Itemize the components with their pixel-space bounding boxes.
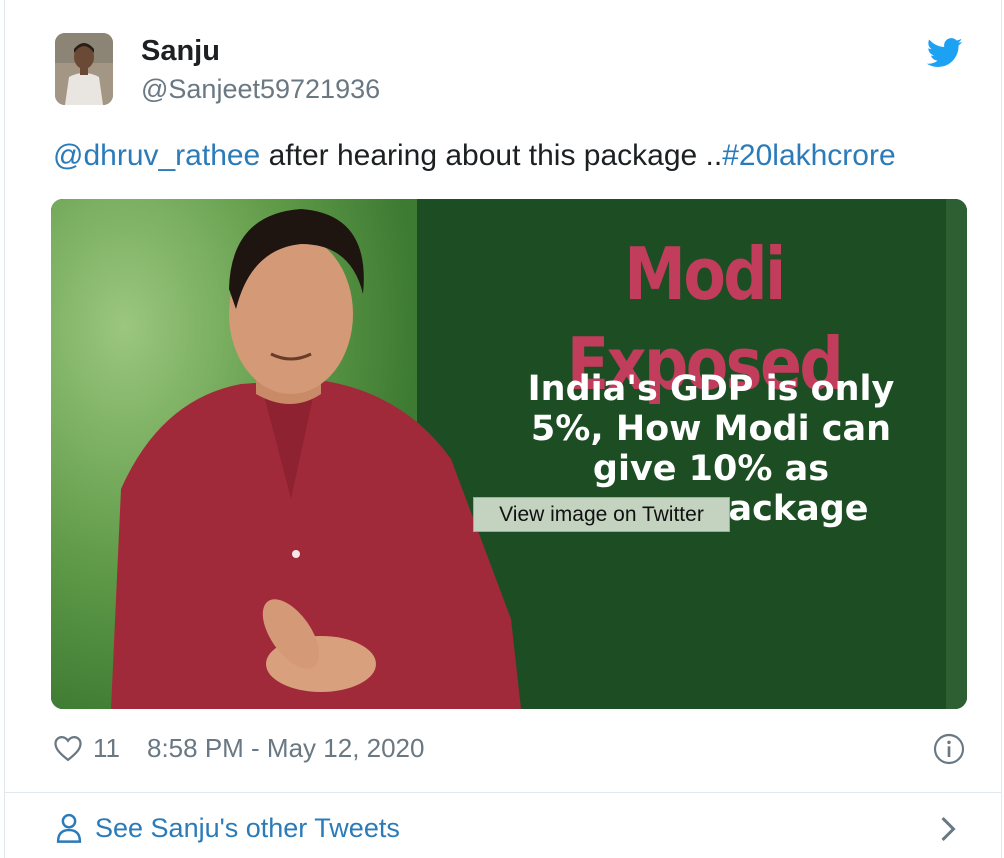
info-icon[interactable]: [933, 733, 965, 765]
avatar[interactable]: [55, 33, 113, 105]
chevron-right-icon[interactable]: [937, 814, 959, 844]
tweet-timestamp[interactable]: 8:58 PM - May 12, 2020: [147, 731, 424, 765]
see-other-tweets-label[interactable]: See Sanju's other Tweets: [95, 810, 400, 846]
footer-divider: [5, 792, 1001, 793]
tweet-body-text: after hearing about this package ..: [260, 139, 723, 172]
see-other-tweets-link[interactable]: See Sanju's other Tweets: [53, 810, 965, 848]
author-screen-name[interactable]: @Sanjeet59721936: [141, 72, 380, 106]
mention-link[interactable]: @dhruv_rathee: [53, 139, 260, 172]
tweet-text: @dhruv_rathee after hearing about this p…: [53, 137, 896, 175]
hashtag-link[interactable]: #20lakhcrore: [722, 139, 895, 172]
person-icon: [56, 813, 82, 843]
author-display-name[interactable]: Sanju: [141, 33, 220, 69]
image-caption-line: 5%, How Modi can: [530, 409, 892, 449]
embedded-tweet-card: Sanju @Sanjeet59721936 @dhruv_rathee aft…: [4, 0, 1002, 858]
twitter-bird-icon[interactable]: [927, 38, 963, 68]
heart-icon[interactable]: [53, 734, 83, 762]
tweet-media-image[interactable]: Modi Exposed India's GDP is only 5%, How…: [51, 199, 967, 709]
image-caption-line: India's GDP is only: [527, 369, 895, 409]
view-image-tooltip: View image on Twitter: [473, 497, 730, 532]
like-count[interactable]: 11: [93, 731, 120, 765]
tweet-footer: 11 8:58 PM - May 12, 2020: [53, 731, 965, 767]
image-caption-line: give 10% as: [592, 449, 830, 489]
